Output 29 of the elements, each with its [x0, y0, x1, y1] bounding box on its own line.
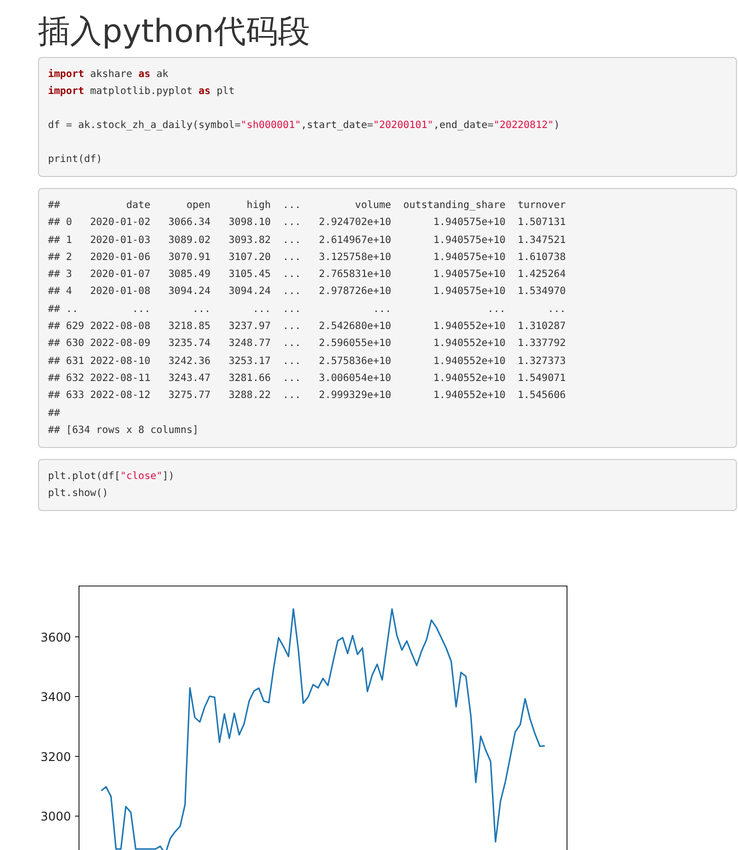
output-line: ## 629 2022-08-08 3218.85 3237.97 ... 2.542680e+10 1.940552e+10 1.310287	[48, 320, 567, 334]
output-line: ##	[48, 406, 62, 421]
y-tick-mark	[74, 696, 80, 698]
code-line: print(df)	[48, 153, 104, 167]
code-line: import matplotlib.pyplot as plt	[48, 84, 236, 99]
code-line: df = ak.stock_zh_a_daily(symbol="sh000001",start_date="20200101",end_date="20220812")	[48, 119, 561, 133]
output-line: ## 630 2022-08-09 3235.74 3248.77 ... 2.596055e+10 1.940552e+10 1.337792	[48, 337, 567, 352]
code-line: plt.show()	[48, 487, 110, 502]
output-line: ## 633 2022-08-12 3275.77 3288.22 ... 2.999329e+10 1.940552e+10 1.545606	[48, 389, 567, 404]
y-tick-mark	[74, 636, 80, 638]
y-tick-mark	[74, 816, 80, 817]
y-tick-mark	[74, 756, 80, 757]
code-line: plt.plot(df["close"])	[48, 470, 176, 484]
output-line: ## 631 2022-08-10 3242.36 3253.17 ... 2.575836e+10 1.940552e+10 1.327373	[48, 354, 567, 369]
output-line: ## .. ... ... ... ... ... ... ...	[48, 302, 567, 317]
output-line: ## 632 2022-08-11 3243.47 3281.66 ... 3.006054e+10 1.940552e+10 1.549071	[48, 372, 567, 386]
y-tick-label: 3000	[40, 810, 71, 824]
output-line: ## 2 2020-01-06 3070.91 3107.20 ... 3.125758e+10 1.940575e+10 1.610738	[48, 250, 567, 265]
y-tick-label: 3200	[40, 750, 71, 764]
output-line: ## 3 2020-01-07 3085.49 3105.45 ... 2.765831e+10 1.940575e+10 1.425264	[48, 268, 567, 282]
code-line: import akshare as ak	[48, 68, 170, 82]
page-heading: 插入python代码段	[38, 11, 311, 52]
output-line: ## date open high ... volume outstanding_share turnover	[48, 199, 567, 213]
output-line: ## 4 2020-01-08 3094.24 3094.24 ... 2.978726e+10 1.940575e+10 1.534970	[48, 285, 567, 300]
y-tick-label: 3400	[40, 690, 71, 704]
output-line: ## 0 2020-01-02 3066.34 3098.10 ... 2.924702e+10 1.940575e+10 1.507131	[48, 216, 567, 230]
y-tick-label: 3600	[40, 630, 71, 644]
output-line: ## 1 2020-01-03 3089.02 3093.82 ... 2.614967e+10 1.940575e+10 1.347521	[48, 234, 567, 248]
output-line: ## [634 rows x 8 columns]	[48, 424, 200, 438]
